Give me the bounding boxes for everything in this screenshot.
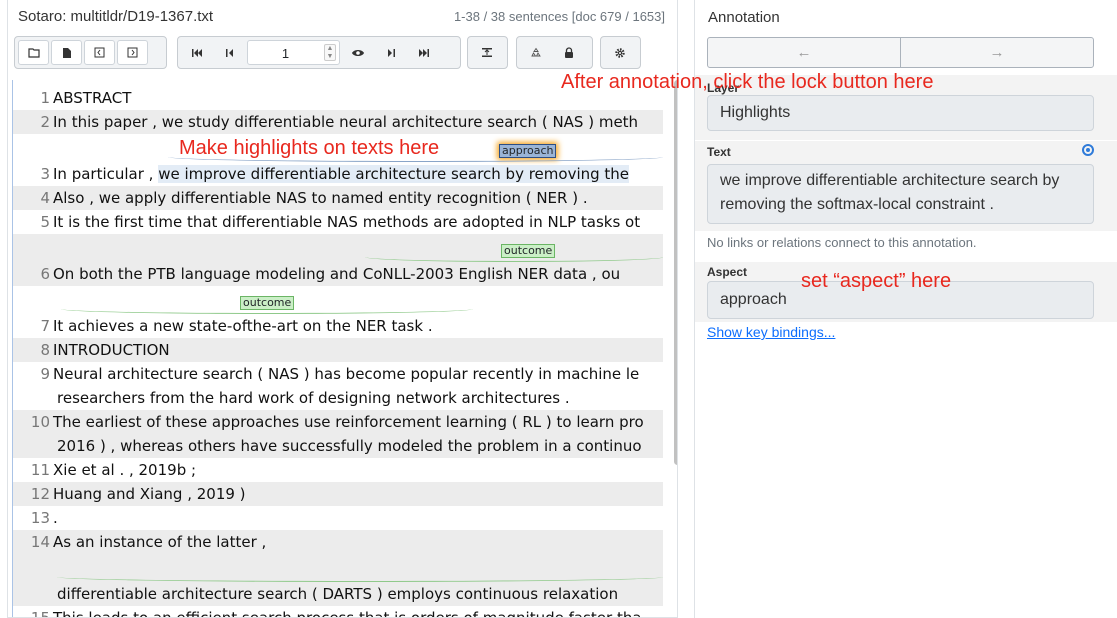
line-number: 13 — [30, 509, 50, 527]
line-number: 15 — [30, 609, 50, 618]
sentence-row[interactable]: 12 Huang and Xiang , 2019 ) — [13, 482, 663, 506]
arrow-left-icon: ← — [796, 44, 812, 61]
sentence-status: 1-38 / 38 sentences [doc 679 / 1653] — [453, 9, 665, 24]
text-label: Text — [707, 145, 731, 159]
sentence-row[interactable]: 9 Neural architecture search ( NAS ) has… — [13, 362, 663, 410]
document-title: Sotaro: multitldr/D19-1367.txt — [18, 8, 214, 25]
sentence-text-continued[interactable]: researchers from the hard work of design… — [57, 389, 570, 407]
annotation-span-underline — [365, 252, 663, 262]
line-number: 10 — [30, 413, 50, 431]
line-number: 1 — [40, 89, 50, 107]
lock-instruction-note: After annotation, click the lock button … — [561, 71, 934, 93]
line-number: 5 — [40, 213, 50, 231]
annotation-title: Annotation — [708, 9, 780, 26]
aspect-instruction-note: set “aspect” here — [801, 270, 952, 292]
line-number: 9 — [40, 365, 50, 383]
sentence-text[interactable]: Huang and Xiang , 2019 ) — [53, 485, 246, 503]
sentence-text[interactable]: On both the PTB language modeling and Co… — [53, 265, 620, 283]
prev-page-icon[interactable] — [214, 40, 245, 65]
sentence-row[interactable]: 5 It is the first time that differentiab… — [13, 210, 663, 234]
sentence-row[interactable]: 4 Also , we apply differentiable NAS to … — [13, 186, 663, 210]
sentence-row[interactable]: 10 The earliest of these approaches use … — [13, 410, 663, 458]
sentence-text[interactable]: INTRODUCTION — [53, 341, 170, 359]
sentence-text[interactable]: It is the first time that differentiable… — [53, 213, 640, 231]
page-number-input[interactable]: 1 ▲ ▼ — [247, 40, 340, 65]
expand-left-icon[interactable] — [84, 40, 115, 65]
lock-button-group — [516, 36, 593, 69]
aspect-label: Aspect — [707, 265, 748, 279]
sentence-row[interactable]: outcome 7 It achieves a new state-ofthe-… — [13, 286, 663, 338]
line-number: 8 — [40, 341, 50, 359]
annotation-nav: ← → — [707, 37, 1094, 68]
sentence-text-continued[interactable]: 2016 ) , whereas others have successfull… — [57, 437, 642, 455]
sentence-text[interactable]: This leads to an efficient search proces… — [53, 609, 642, 617]
file-icon[interactable] — [51, 40, 82, 65]
sentence-text[interactable]: It achieves a new state-ofthe-art on the… — [53, 317, 433, 335]
sentence-row[interactable]: 8 INTRODUCTION — [13, 338, 663, 362]
sentence-row[interactable]: outcome 6 On both the PTB language model… — [13, 234, 663, 286]
folder-open-icon[interactable] — [18, 40, 49, 65]
sentence-row[interactable]: 15 This leads to an efficient search pro… — [13, 606, 663, 618]
page-spinner[interactable]: ▲ ▼ — [324, 44, 336, 61]
relations-status: No links or relations connect to this an… — [707, 235, 977, 250]
line-number: 3 — [40, 165, 50, 183]
sentence-text[interactable]: Neural architecture search ( NAS ) has b… — [53, 365, 639, 383]
sentence-row[interactable]: 14 As an instance of the latter , differ… — [13, 530, 663, 606]
gear-icon[interactable] — [604, 40, 635, 65]
prev-annotation-button[interactable]: ← — [708, 38, 900, 67]
show-key-bindings-link[interactable]: Show key bindings... — [707, 324, 835, 340]
line-number: 7 — [40, 317, 50, 335]
settings-button-group — [600, 36, 641, 69]
recycle-icon[interactable] — [520, 40, 551, 65]
sentence-text[interactable]: In this paper , we study differentiable … — [53, 113, 638, 131]
layer-field[interactable]: Highlights — [707, 95, 1094, 131]
next-page-icon[interactable] — [375, 40, 406, 65]
toolbar: 1 ▲ ▼ — [14, 36, 674, 69]
sentence-list[interactable]: 1 ABSTRACT 2 In this paper , we study di… — [12, 80, 663, 618]
highlighted-span[interactable]: we improve differentiable architecture s… — [158, 165, 630, 183]
sentence-text[interactable]: ABSTRACT — [53, 89, 131, 107]
navigation-button-group: 1 ▲ ▼ — [177, 36, 461, 69]
line-number: 12 — [30, 485, 50, 503]
annotation-span-underline — [57, 572, 663, 582]
sentence-text[interactable]: Xie et al . , 2019b ; — [53, 461, 196, 479]
sentence-row[interactable]: 13 . — [13, 506, 663, 530]
line-number: 14 — [30, 533, 50, 551]
align-button-group — [467, 36, 508, 69]
next-annotation-button[interactable]: → — [900, 38, 1093, 67]
sentence-text[interactable]: As an instance of the latter , — [53, 533, 266, 551]
sentence-row[interactable]: 2 In this paper , we study differentiabl… — [13, 110, 663, 134]
annotation-span-underline — [61, 304, 473, 314]
line-number: 11 — [30, 461, 50, 479]
vertical-scrollbar[interactable] — [674, 80, 677, 465]
sentence-text[interactable]: The earliest of these approaches use rei… — [53, 413, 644, 431]
document-header: Sotaro: multitldr/D19-1367.txt 1-38 / 38… — [8, 0, 677, 31]
expand-right-icon[interactable] — [117, 40, 148, 65]
line-number: 2 — [40, 113, 50, 131]
sentence-row[interactable]: 11 Xie et al . , 2019b ; — [13, 458, 663, 482]
highlight-instruction-note: Make highlights on texts here — [179, 137, 440, 159]
first-page-icon[interactable] — [181, 40, 212, 65]
text-field[interactable]: we improve differentiable architecture s… — [707, 164, 1094, 224]
sentence-text[interactable]: In particular , we improve differentiabl… — [53, 165, 630, 183]
crosshair-icon[interactable] — [1082, 144, 1094, 156]
line-number: 4 — [40, 189, 50, 207]
last-page-icon[interactable] — [408, 40, 439, 65]
arrow-right-icon: → — [989, 44, 1005, 61]
text-section: Text we improve differentiable architect… — [695, 141, 1117, 231]
file-button-group — [14, 36, 167, 69]
eye-icon[interactable] — [342, 40, 373, 65]
sentence-text-continued[interactable]: differentiable architecture search ( DAR… — [57, 585, 618, 603]
line-number: 6 — [40, 265, 50, 283]
sentence-text[interactable]: Also , we apply differentiable NAS to na… — [53, 189, 588, 207]
align-icon[interactable] — [471, 40, 502, 65]
sentence-text[interactable]: . — [53, 509, 58, 527]
lock-icon[interactable] — [553, 40, 584, 65]
